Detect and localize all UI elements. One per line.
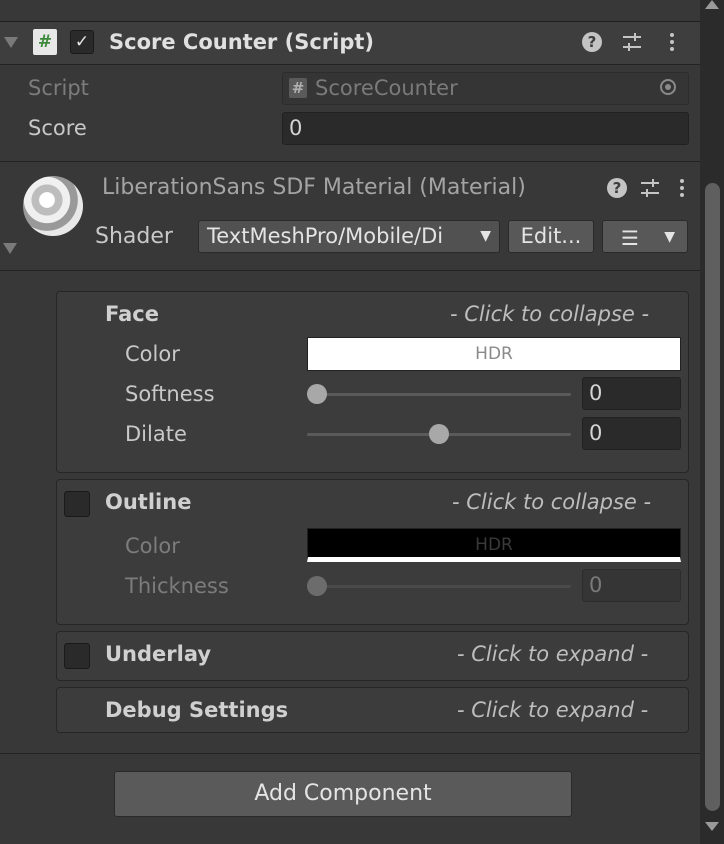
dilate-slider-thumb[interactable] <box>429 424 449 444</box>
hash-script-icon: # <box>33 29 57 55</box>
dilate-label: Dilate <box>125 422 187 446</box>
thickness-label: Thickness <box>125 574 229 598</box>
outline-color-swatch[interactable]: HDR <box>307 528 681 562</box>
material-settings-icon[interactable] <box>640 178 660 201</box>
face-color-label: Color <box>125 342 180 366</box>
outline-title[interactable]: Outline <box>105 490 191 514</box>
outline-color-label: Color <box>125 534 180 558</box>
help-icon[interactable]: ? <box>582 32 602 52</box>
softness-slider-track[interactable] <box>307 393 571 396</box>
component-enabled-checkbox[interactable]: ✓ <box>70 30 94 54</box>
object-picker-icon[interactable] <box>660 79 676 95</box>
underlay-enabled-checkbox[interactable] <box>64 643 90 669</box>
add-component-button[interactable]: Add Component <box>114 771 572 817</box>
list-icon: ☰ <box>621 226 639 250</box>
thickness-input[interactable]: 0 <box>582 569 681 602</box>
underlay-title[interactable]: Underlay <box>105 642 211 666</box>
dilate-input[interactable]: 0 <box>582 417 681 450</box>
script-label: Script <box>28 76 89 100</box>
material-kebab-icon[interactable] <box>678 178 686 201</box>
section-divider <box>0 161 700 162</box>
thickness-slider-track[interactable] <box>307 585 571 588</box>
softness-slider-thumb[interactable] <box>307 384 327 404</box>
debug-expand-hint[interactable]: - Click to expand - <box>457 698 648 722</box>
softness-label: Softness <box>125 382 215 406</box>
kebab-menu-icon[interactable] <box>668 32 676 55</box>
script-field[interactable]: ScoreCounter <box>282 72 689 105</box>
outline-enabled-checkbox[interactable] <box>64 491 90 517</box>
material-divider <box>0 270 700 271</box>
settings-sliders-icon[interactable] <box>622 32 642 55</box>
material-list-button[interactable]: ☰ ▼ <box>602 220 688 253</box>
underlay-expand-hint[interactable]: - Click to expand - <box>457 642 648 666</box>
shader-label: Shader <box>95 224 173 249</box>
script-value: ScoreCounter <box>315 76 458 100</box>
score-input[interactable]: 0 <box>282 112 689 145</box>
outline-collapse-hint[interactable]: - Click to collapse - <box>452 490 651 514</box>
shader-value: TextMeshPro/Mobile/Di <box>207 224 444 248</box>
material-preview-thumbnail <box>23 176 83 236</box>
face-title[interactable]: Face <box>105 302 159 326</box>
material-foldout-icon[interactable] <box>3 243 17 254</box>
scrollbar-thumb[interactable] <box>705 183 720 811</box>
shader-dropdown[interactable]: TextMeshPro/Mobile/Di ▼ <box>198 220 500 253</box>
score-label: Score <box>28 116 87 140</box>
face-color-swatch[interactable]: HDR <box>307 337 681 371</box>
face-collapse-hint[interactable]: - Click to collapse - <box>450 302 649 326</box>
debug-title[interactable]: Debug Settings <box>105 698 288 722</box>
component-title: Score Counter (Script) <box>109 30 374 54</box>
scroll-up-icon[interactable] <box>705 0 719 9</box>
scroll-down-icon[interactable] <box>705 822 719 831</box>
material-title: LiberationSans SDF Material (Material) <box>102 175 526 200</box>
list-dropdown-arrow-icon: ▼ <box>664 229 675 245</box>
bottom-divider <box>0 753 700 754</box>
softness-input[interactable]: 0 <box>582 377 681 410</box>
script-file-icon: # <box>289 78 307 98</box>
material-help-icon[interactable]: ? <box>607 178 627 198</box>
foldout-arrow-icon[interactable] <box>4 37 18 48</box>
thickness-slider-thumb[interactable] <box>307 576 327 596</box>
edit-shader-button[interactable]: Edit... <box>508 220 594 253</box>
dropdown-arrow-icon: ▼ <box>480 228 491 244</box>
